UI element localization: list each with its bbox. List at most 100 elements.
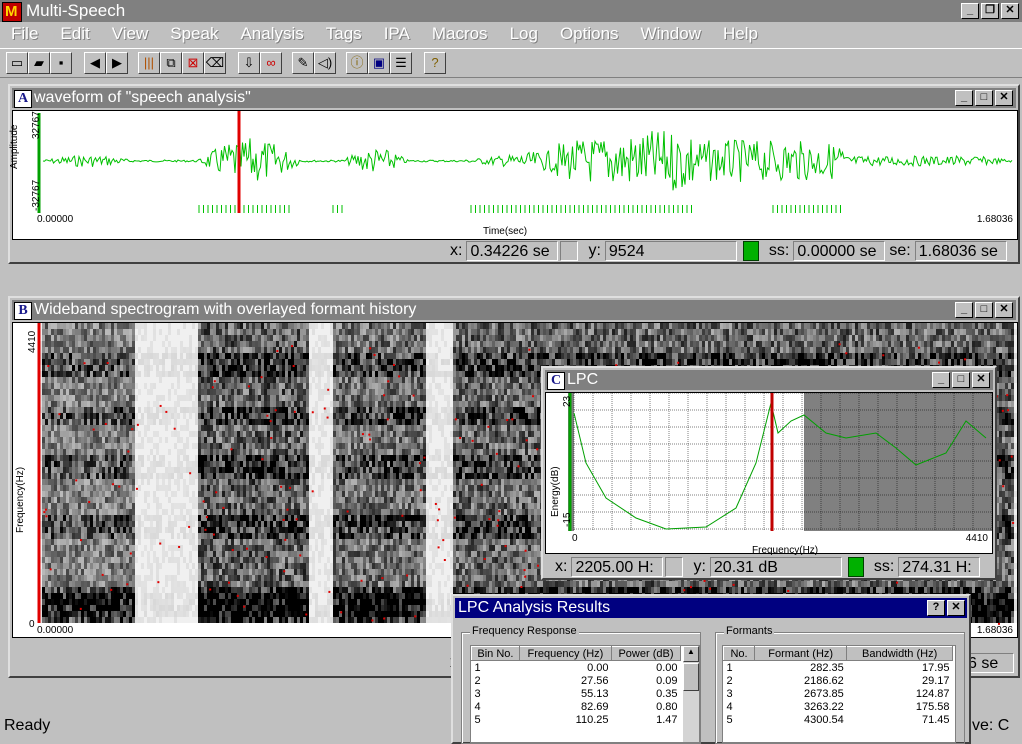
arrow-right-icon[interactable]: ▶	[106, 52, 128, 74]
new-file-icon[interactable]: ▭	[6, 52, 28, 74]
spectrogram-cell	[228, 617, 231, 623]
spectrogram-cell	[66, 335, 69, 341]
help-icon[interactable]: ?	[424, 52, 446, 74]
restore-icon[interactable]: ❐	[981, 3, 999, 19]
waveform-chart[interactable]	[13, 111, 1017, 239]
menu-ipa[interactable]: IPA	[373, 24, 421, 44]
spectrogram-cell	[357, 551, 360, 557]
spectrogram-cell	[279, 401, 282, 407]
save-icon[interactable]: ▪	[50, 52, 72, 74]
window-icon[interactable]: ▣	[368, 52, 390, 74]
spectrogram-cell	[57, 521, 60, 527]
spectrogram-cell	[297, 449, 300, 455]
close-icon[interactable]: ✕	[995, 302, 1013, 318]
menu-help[interactable]: Help	[712, 24, 769, 44]
list-icon[interactable]: ☰	[390, 52, 412, 74]
delete-window-icon[interactable]: ⊠	[182, 52, 204, 74]
spectrogram-cell	[255, 569, 258, 575]
spectrogram-cell	[168, 485, 171, 491]
spectrogram-cell	[135, 365, 138, 371]
menu-edit[interactable]: Edit	[49, 24, 100, 44]
minimize-icon[interactable]: _	[955, 90, 973, 106]
spectrogram-cell	[207, 407, 210, 413]
menu-window[interactable]: Window	[630, 24, 712, 44]
eraser-icon[interactable]: ⌫	[204, 52, 226, 74]
spectrogram-cell	[255, 593, 258, 599]
spectrogram-cell	[255, 491, 258, 497]
spectrogram-cell	[204, 491, 207, 497]
spectrogram-cell	[255, 467, 258, 473]
spectrogram-cell	[174, 359, 177, 365]
waveform-window[interactable]: A waveform of "speech analysis" _ □ ✕ Am…	[8, 84, 1020, 264]
spectrogram-cell	[195, 497, 198, 503]
spectrogram-cell	[201, 341, 204, 347]
spectrogram-cell	[129, 533, 132, 539]
waveform-plot[interactable]: Amplitude 32767 -32767 0.00000 1.68036 T…	[12, 110, 1018, 240]
menu-file[interactable]: File	[0, 24, 49, 44]
spectrogram-cell	[234, 599, 237, 605]
spectrogram-cell	[177, 485, 180, 491]
spectrogram-cell	[129, 515, 132, 521]
spectrogram-cell	[318, 359, 321, 365]
menu-log[interactable]: Log	[499, 24, 549, 44]
arrow-left-icon[interactable]: ◀	[84, 52, 106, 74]
spectrogram-cell	[252, 605, 255, 611]
open-folder-icon[interactable]: ▰	[28, 52, 50, 74]
spectrogram-cell	[255, 503, 258, 509]
menu-speak[interactable]: Speak	[159, 24, 229, 44]
spectrogram-cell	[78, 569, 81, 575]
menu-analysis[interactable]: Analysis	[229, 24, 314, 44]
spectrogram-cell	[282, 419, 285, 425]
menu-macros[interactable]: Macros	[421, 24, 499, 44]
spectrogram-cell	[342, 323, 345, 329]
microphone-icon[interactable]: ✎	[292, 52, 314, 74]
close-icon[interactable]: ✕	[995, 90, 1013, 106]
menu-options[interactable]: Options	[549, 24, 630, 44]
link-icon[interactable]: ∞	[260, 52, 282, 74]
spectrogram-cell	[141, 551, 144, 557]
spectrogram-cell	[189, 365, 192, 371]
spectrogram-cell	[69, 359, 72, 365]
spectrogram-cell	[126, 365, 129, 371]
spectrogram-cell	[81, 455, 84, 461]
download-icon[interactable]: ⇩	[238, 52, 260, 74]
menu-tags[interactable]: Tags	[315, 24, 373, 44]
speaker-icon[interactable]: ◁)	[314, 52, 336, 74]
spectrogram-cell	[237, 365, 240, 371]
spectrogram-cell	[264, 335, 267, 341]
spectrogram-cell	[48, 491, 51, 497]
spectrogram-cell	[300, 425, 303, 431]
spectrogram-cell	[75, 611, 78, 617]
spectrogram-cell	[87, 581, 90, 587]
spectrogram-cell	[180, 605, 183, 611]
spectrogram-cell	[87, 419, 90, 425]
spectrogram-cell	[189, 431, 192, 437]
spectrogram-cell	[135, 605, 138, 611]
copy-window-icon[interactable]: ⧉	[160, 52, 182, 74]
spectrogram-cell	[333, 341, 336, 347]
spectrogram-cell	[360, 455, 363, 461]
spectrogram-cell	[69, 377, 72, 383]
spectrogram-cell	[75, 569, 78, 575]
spectrogram-cell	[279, 605, 282, 611]
spectrogram-cell	[273, 353, 276, 359]
maximize-icon[interactable]: □	[975, 302, 993, 318]
waveform-title-bar[interactable]: A waveform of "speech analysis" _ □ ✕	[12, 88, 1016, 108]
minimize-icon[interactable]: _	[955, 302, 973, 318]
spectrogram-cell	[285, 431, 288, 437]
info-icon[interactable]: ⓘ	[346, 52, 368, 74]
spectrogram-cell	[189, 341, 192, 347]
menu-view[interactable]: View	[101, 24, 160, 44]
minimize-icon[interactable]: _	[961, 3, 979, 19]
spectrogram-title-bar[interactable]: B Wideband spectrogram with overlayed fo…	[12, 300, 1016, 320]
spectrogram-cell	[279, 581, 282, 587]
color-bars-icon[interactable]: |||	[138, 52, 160, 74]
spectrogram-cell	[111, 383, 114, 389]
spectrogram-cell	[282, 341, 285, 347]
spectrogram-cell	[84, 563, 87, 569]
spectrogram-cell	[333, 425, 336, 431]
close-icon[interactable]: ✕	[1001, 3, 1019, 19]
spectrogram-cell	[96, 515, 99, 521]
spectrogram-cell	[183, 491, 186, 497]
maximize-icon[interactable]: □	[975, 90, 993, 106]
